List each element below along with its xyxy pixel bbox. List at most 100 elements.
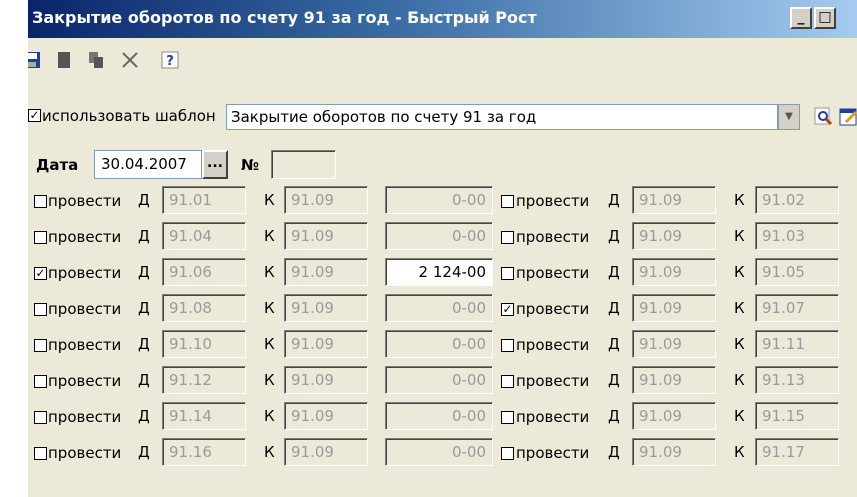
- delete-icon[interactable]: [120, 50, 140, 70]
- credit-label: К: [264, 227, 275, 245]
- post-label: провести: [516, 444, 590, 462]
- copy-icon[interactable]: [86, 50, 106, 70]
- debit-account-field[interactable]: 91.10: [162, 330, 246, 358]
- debit-account-field[interactable]: 91.01: [162, 186, 246, 214]
- credit-account-field[interactable]: 91.09: [284, 294, 368, 322]
- amount-field[interactable]: 0-00: [385, 366, 493, 394]
- debit-account-field[interactable]: 91.09: [632, 438, 716, 466]
- post-checkbox[interactable]: [34, 303, 47, 316]
- credit-account-field[interactable]: 91.11: [755, 330, 839, 358]
- debit-account-field[interactable]: 91.09: [632, 366, 716, 394]
- post-checkbox[interactable]: [501, 447, 514, 460]
- post-checkbox[interactable]: ✓: [34, 267, 47, 280]
- post-checkbox[interactable]: [501, 267, 514, 280]
- debit-label: Д: [608, 299, 620, 317]
- post-checkbox[interactable]: [34, 195, 47, 208]
- post-checkbox[interactable]: [501, 411, 514, 424]
- credit-account-field[interactable]: 91.09: [284, 402, 368, 430]
- minimize-button[interactable]: _: [790, 7, 812, 29]
- credit-account-field[interactable]: 91.09: [284, 222, 368, 250]
- credit-account-field[interactable]: 91.02: [755, 186, 839, 214]
- credit-label: К: [734, 263, 745, 281]
- maximize-button[interactable]: □: [814, 7, 836, 29]
- debit-account-field[interactable]: 91.09: [632, 402, 716, 430]
- credit-label: К: [734, 443, 745, 461]
- app-window: Закрытие оборотов по счету 91 за год - Б…: [28, 0, 857, 497]
- credit-label: К: [734, 407, 745, 425]
- use-template-checkbox[interactable]: ✓: [28, 109, 41, 122]
- credit-account-field[interactable]: 91.05: [755, 258, 839, 286]
- credit-label: К: [264, 443, 275, 461]
- credit-account-field[interactable]: 91.09: [284, 186, 368, 214]
- post-label: провести: [516, 372, 590, 390]
- amount-field[interactable]: 0-00: [385, 294, 493, 322]
- post-label: провести: [48, 264, 122, 282]
- date-picker-button[interactable]: ...: [202, 150, 228, 179]
- help-icon[interactable]: ?: [160, 50, 180, 70]
- save-icon[interactable]: [28, 50, 42, 70]
- debit-account-field[interactable]: 91.04: [162, 222, 246, 250]
- debit-account-field[interactable]: 91.14: [162, 402, 246, 430]
- credit-label: К: [264, 407, 275, 425]
- amount-field[interactable]: 0-00: [385, 186, 493, 214]
- number-field[interactable]: [271, 150, 336, 179]
- post-checkbox[interactable]: [34, 339, 47, 352]
- debit-label: Д: [138, 335, 150, 353]
- svg-text:?: ?: [166, 54, 174, 69]
- template-select[interactable]: Закрытие оборотов по счету 91 за год: [226, 104, 778, 130]
- debit-account-field[interactable]: 91.09: [632, 186, 716, 214]
- post-checkbox[interactable]: [34, 231, 47, 244]
- debit-account-field[interactable]: 91.12: [162, 366, 246, 394]
- post-label: провести: [48, 336, 122, 354]
- post-checkbox[interactable]: [501, 231, 514, 244]
- debit-label: Д: [138, 443, 150, 461]
- post-checkbox[interactable]: [501, 375, 514, 388]
- post-checkbox[interactable]: [34, 447, 47, 460]
- preview-icon[interactable]: [813, 106, 835, 128]
- post-label: провести: [516, 408, 590, 426]
- debit-account-field[interactable]: 91.09: [632, 330, 716, 358]
- amount-field[interactable]: 2 124-00: [385, 258, 493, 286]
- date-label: Дата: [36, 156, 79, 174]
- post-checkbox[interactable]: [501, 339, 514, 352]
- debit-label: Д: [138, 227, 150, 245]
- credit-label: К: [264, 335, 275, 353]
- debit-label: Д: [608, 371, 620, 389]
- post-label: провести: [516, 192, 590, 210]
- date-field[interactable]: 30.04.2007: [94, 150, 202, 179]
- post-label: провести: [48, 444, 122, 462]
- post-checkbox[interactable]: ✓: [501, 303, 514, 316]
- post-checkbox[interactable]: [34, 411, 47, 424]
- credit-label: К: [264, 371, 275, 389]
- credit-account-field[interactable]: 91.17: [755, 438, 839, 466]
- credit-account-field[interactable]: 91.13: [755, 366, 839, 394]
- credit-account-field[interactable]: 91.07: [755, 294, 839, 322]
- post-checkbox[interactable]: [34, 375, 47, 388]
- debit-account-field[interactable]: 91.09: [632, 258, 716, 286]
- credit-account-field[interactable]: 91.09: [284, 330, 368, 358]
- amount-field[interactable]: 0-00: [385, 438, 493, 466]
- debit-account-field[interactable]: 91.16: [162, 438, 246, 466]
- debit-account-field[interactable]: 91.09: [632, 294, 716, 322]
- credit-label: К: [734, 191, 745, 209]
- edit-template-icon[interactable]: [838, 106, 857, 128]
- post-checkbox[interactable]: [501, 195, 514, 208]
- credit-account-field[interactable]: 91.09: [284, 438, 368, 466]
- debit-label: Д: [608, 227, 620, 245]
- debit-account-field[interactable]: 91.08: [162, 294, 246, 322]
- debit-label: Д: [608, 263, 620, 281]
- debit-label: Д: [608, 407, 620, 425]
- amount-field[interactable]: 0-00: [385, 222, 493, 250]
- chevron-down-icon[interactable]: ▼: [778, 104, 800, 130]
- amount-field[interactable]: 0-00: [385, 330, 493, 358]
- credit-account-field[interactable]: 91.09: [284, 366, 368, 394]
- debit-account-field[interactable]: 91.09: [632, 222, 716, 250]
- use-template-label: использовать шаблон: [42, 107, 216, 125]
- credit-account-field[interactable]: 91.03: [755, 222, 839, 250]
- debit-label: Д: [608, 443, 620, 461]
- credit-account-field[interactable]: 91.09: [284, 258, 368, 286]
- amount-field[interactable]: 0-00: [385, 402, 493, 430]
- debit-account-field[interactable]: 91.06: [162, 258, 246, 286]
- credit-account-field[interactable]: 91.15: [755, 402, 839, 430]
- new-document-icon[interactable]: [54, 50, 74, 70]
